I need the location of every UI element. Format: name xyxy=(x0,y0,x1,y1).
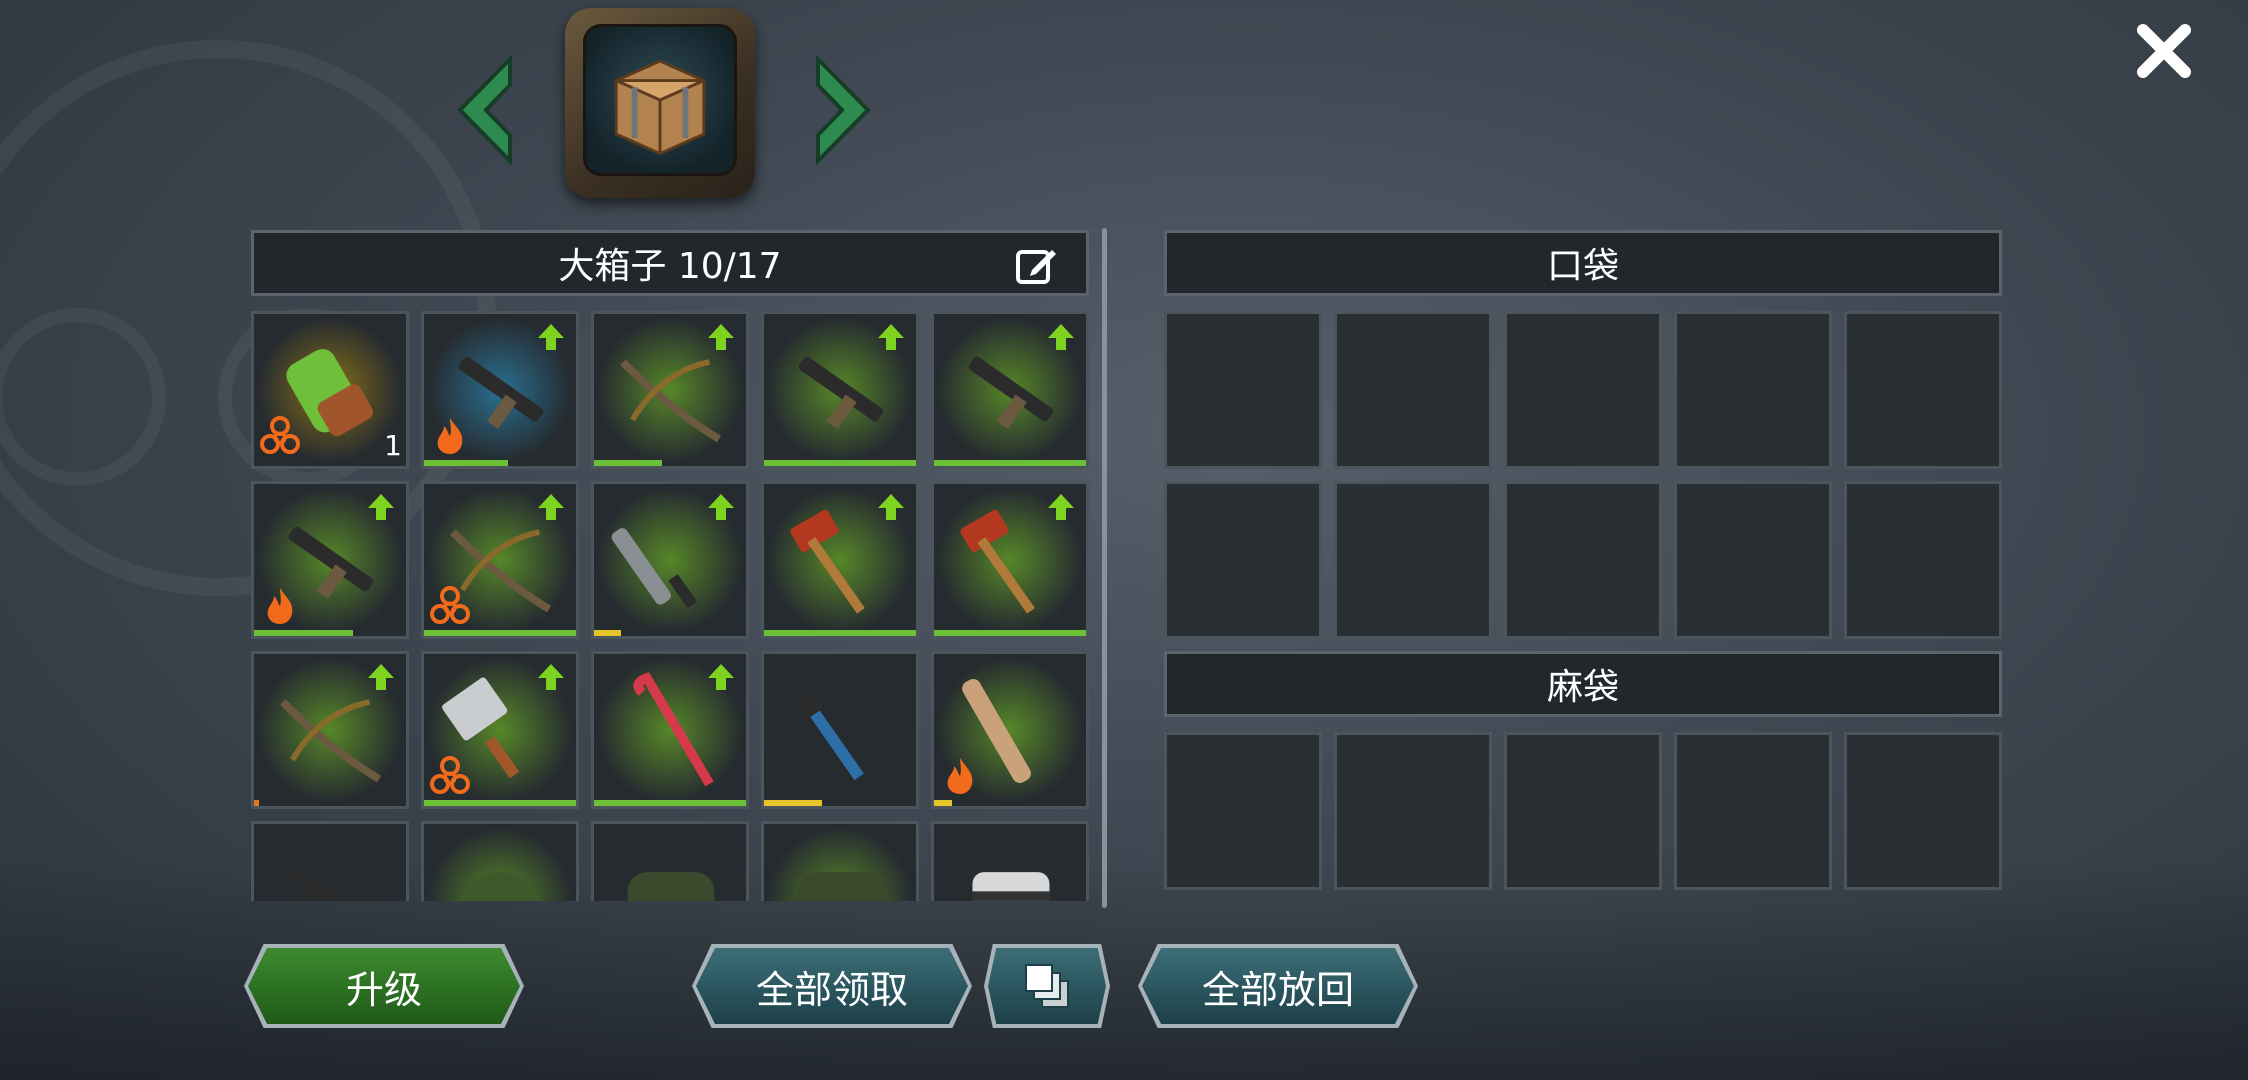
storage-slot[interactable] xyxy=(761,311,919,469)
pocket-slot[interactable] xyxy=(1164,481,1322,639)
sack-slot[interactable] xyxy=(1674,732,1832,890)
pocket-slot[interactable] xyxy=(1504,481,1662,639)
previous-container-arrow-icon[interactable] xyxy=(450,54,520,166)
sack-slot[interactable] xyxy=(1334,732,1492,890)
storage-slot[interactable] xyxy=(421,651,579,809)
durability-bar xyxy=(424,460,508,466)
pocket-slot[interactable] xyxy=(1334,481,1492,639)
storage-slot[interactable] xyxy=(591,311,749,469)
pocket-slot[interactable] xyxy=(1504,311,1662,469)
storage-grid: 1 xyxy=(251,311,1089,901)
storage-slot[interactable] xyxy=(591,821,749,901)
sack-title: 麻袋 xyxy=(1546,667,1619,708)
stack-icon xyxy=(1025,964,1069,1008)
pocket-header: 口袋 xyxy=(1164,230,2002,296)
fire-element-icon xyxy=(947,758,973,794)
pocket-grid xyxy=(1164,311,2002,639)
biohazard-element-icon xyxy=(260,416,300,454)
upgrade-available-icon xyxy=(1048,324,1074,350)
sack-slot[interactable] xyxy=(1504,732,1662,890)
durability-bar xyxy=(424,800,576,806)
biohazard-element-icon xyxy=(430,586,470,624)
storage-slot[interactable] xyxy=(931,481,1089,639)
wooden-crate-icon xyxy=(614,59,706,156)
close-icon[interactable] xyxy=(2133,20,2195,82)
stack-items-button[interactable] xyxy=(988,948,1106,1024)
upgrade-available-icon xyxy=(878,324,904,350)
pipe-wrench-icon xyxy=(802,692,864,781)
upgrade-available-icon xyxy=(708,494,734,520)
durability-bar xyxy=(764,800,822,806)
storage-title: 大箱子 10/17 xyxy=(558,246,782,287)
upgrade-available-icon xyxy=(1048,494,1074,520)
vest-icon xyxy=(767,827,913,901)
upgrade-available-icon xyxy=(878,494,904,520)
storage-slot[interactable] xyxy=(421,821,579,901)
durability-bar xyxy=(424,630,576,636)
upgrade-available-icon xyxy=(538,664,564,690)
upgrade-available-icon xyxy=(368,494,394,520)
sack-header: 麻袋 xyxy=(1164,651,2002,717)
edit-icon[interactable] xyxy=(1014,244,1058,288)
helmet-icon xyxy=(427,827,573,901)
storage-slot[interactable] xyxy=(761,651,919,809)
storage-scrollbar[interactable] xyxy=(1102,228,1107,908)
next-container-arrow-icon[interactable] xyxy=(808,54,878,166)
storage-slot[interactable] xyxy=(591,481,749,639)
durability-bar xyxy=(254,800,259,806)
return-all-button[interactable]: 全部放回 xyxy=(1142,948,1414,1024)
biohazard-element-icon xyxy=(430,756,470,794)
storage-header: 大箱子 10/17 xyxy=(251,230,1089,296)
sack-slot[interactable] xyxy=(1164,732,1322,890)
storage-slot[interactable] xyxy=(421,481,579,639)
durability-bar xyxy=(764,460,916,466)
pocket-slot[interactable] xyxy=(1844,481,2002,639)
storage-slot[interactable] xyxy=(931,311,1089,469)
pocket-slot[interactable] xyxy=(1164,311,1322,469)
fire-element-icon xyxy=(267,588,293,624)
storage-slot[interactable] xyxy=(251,821,409,901)
storage-slot[interactable] xyxy=(761,821,919,901)
container-preview xyxy=(565,8,755,198)
durability-bar xyxy=(594,800,746,806)
upgrade-available-icon xyxy=(368,664,394,690)
jacket-icon xyxy=(627,872,715,901)
storage-slot[interactable] xyxy=(591,651,749,809)
sack-grid xyxy=(1164,732,2002,890)
durability-bar xyxy=(934,800,953,806)
storage-slot[interactable]: 1 xyxy=(251,311,409,469)
upgrade-available-icon xyxy=(538,324,564,350)
upgrade-available-icon xyxy=(538,494,564,520)
durability-bar xyxy=(594,460,663,466)
storage-slot[interactable] xyxy=(931,651,1089,809)
storage-slot[interactable] xyxy=(421,311,579,469)
storage-slot[interactable] xyxy=(251,651,409,809)
fire-element-icon xyxy=(437,418,463,454)
pocket-slot[interactable] xyxy=(1844,311,2002,469)
durability-bar xyxy=(254,630,353,636)
storage-slot[interactable] xyxy=(931,821,1089,901)
upgrade-button[interactable]: 升级 xyxy=(248,948,520,1024)
durability-bar xyxy=(934,460,1086,466)
sack-slot[interactable] xyxy=(1844,732,2002,890)
item-quantity: 1 xyxy=(384,429,402,462)
pocket-title: 口袋 xyxy=(1546,246,1619,287)
durability-bar xyxy=(934,630,1086,636)
storage-slot[interactable] xyxy=(761,481,919,639)
upgrade-available-icon xyxy=(708,664,734,690)
shirt-icon xyxy=(972,872,1050,901)
pocket-slot[interactable] xyxy=(1674,311,1832,469)
collect-all-button[interactable]: 全部领取 xyxy=(696,948,968,1024)
durability-bar xyxy=(594,630,622,636)
pocket-slot[interactable] xyxy=(1674,481,1832,639)
upgrade-available-icon xyxy=(708,324,734,350)
rifle-icon xyxy=(288,866,374,901)
pocket-slot[interactable] xyxy=(1334,311,1492,469)
storage-slot[interactable] xyxy=(251,481,409,639)
durability-bar xyxy=(764,630,916,636)
